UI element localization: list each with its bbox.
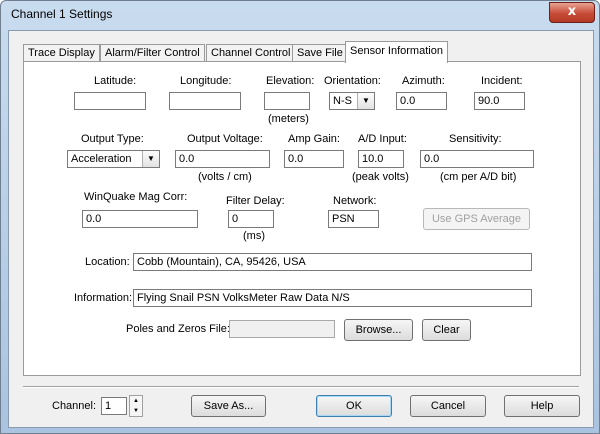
incident-label: Incident: xyxy=(481,75,523,87)
output-voltage-label: Output Voltage: xyxy=(187,133,263,145)
output-voltage-unit: (volts / cm) xyxy=(198,171,252,183)
information-label: Information: xyxy=(74,292,133,304)
window-title: Channel 1 Settings xyxy=(11,7,113,21)
elevation-unit: (meters) xyxy=(268,113,309,125)
sensitivity-label: Sensitivity: xyxy=(449,133,502,145)
tab-label: Channel Control xyxy=(211,47,291,59)
output-type-label: Output Type: xyxy=(81,133,144,145)
chevron-down-icon[interactable]: ▼ xyxy=(142,151,159,167)
azimuth-label: Azimuth: xyxy=(402,75,445,87)
tab-save-file[interactable]: Save File xyxy=(292,44,348,62)
chevron-up-icon[interactable]: ▲ xyxy=(130,396,142,406)
tab-alarm-filter-control[interactable]: Alarm/Filter Control xyxy=(100,44,205,62)
tab-label: Trace Display xyxy=(28,47,95,59)
information-field[interactable]: Flying Snail PSN VolksMeter Raw Data N/S xyxy=(133,289,532,307)
tab-sensor-information[interactable]: Sensor Information xyxy=(345,41,448,63)
sensitivity-field[interactable]: 0.0 xyxy=(420,150,534,168)
elevation-label: Elevation: xyxy=(266,75,315,87)
elevation-field[interactable] xyxy=(264,92,310,110)
clear-button[interactable]: Clear xyxy=(422,319,471,341)
close-icon: x xyxy=(567,4,577,19)
network-label: Network: xyxy=(333,195,377,207)
tab-trace-display[interactable]: Trace Display xyxy=(23,44,100,62)
output-type-value: Acceleration xyxy=(71,153,132,165)
ok-button[interactable]: OK xyxy=(316,395,392,417)
chevron-down-icon[interactable]: ▼ xyxy=(357,93,374,109)
filter-delay-field[interactable]: 0 xyxy=(228,210,274,228)
poles-zeros-field[interactable] xyxy=(229,320,335,338)
help-button[interactable]: Help xyxy=(504,395,580,417)
sensor-information-panel: Latitude: Longitude: Elevation: (meters)… xyxy=(23,61,581,376)
chevron-down-icon[interactable]: ▼ xyxy=(130,406,142,416)
tab-label: Save File xyxy=(297,47,343,59)
longitude-field[interactable] xyxy=(169,92,241,110)
tab-label: Sensor Information xyxy=(350,45,443,57)
orientation-label: Orientation: xyxy=(324,75,381,87)
dialog-window: Channel 1 Settings x Trace Display Alarm… xyxy=(0,0,600,434)
azimuth-field[interactable]: 0.0 xyxy=(396,92,447,110)
ad-input-label: A/D Input: xyxy=(358,133,407,145)
amp-gain-label: Amp Gain: xyxy=(288,133,340,145)
incident-field[interactable]: 90.0 xyxy=(474,92,525,110)
latitude-label: Latitude: xyxy=(94,75,137,87)
winquake-mag-corr-label: WinQuake Mag Corr: xyxy=(84,191,188,203)
filter-delay-unit: (ms) xyxy=(243,230,265,242)
winquake-mag-corr-field[interactable]: 0.0 xyxy=(82,210,198,228)
use-gps-average-button[interactable]: Use GPS Average xyxy=(423,208,530,230)
footer-divider xyxy=(23,386,579,388)
sensitivity-unit: (cm per A/D bit) xyxy=(440,171,517,183)
longitude-label: Longitude: xyxy=(180,75,232,87)
amp-gain-field[interactable]: 0.0 xyxy=(284,150,344,168)
cancel-button[interactable]: Cancel xyxy=(410,395,486,417)
output-voltage-field[interactable]: 0.0 xyxy=(175,150,270,168)
location-field[interactable]: Cobb (Mountain), CA, 95426, USA xyxy=(133,253,532,271)
tab-channel-control[interactable]: Channel Control xyxy=(206,44,296,62)
location-label: Location: xyxy=(85,256,130,268)
dialog-client: Trace Display Alarm/Filter Control Chann… xyxy=(8,30,594,428)
title-bar[interactable]: Channel 1 Settings x xyxy=(1,1,599,29)
save-as-button[interactable]: Save As... xyxy=(191,395,266,417)
network-field[interactable]: PSN xyxy=(328,210,379,228)
latitude-field[interactable] xyxy=(74,92,146,110)
close-button[interactable]: x xyxy=(549,2,595,23)
output-type-dropdown[interactable]: Acceleration ▼ xyxy=(67,150,160,168)
browse-button[interactable]: Browse... xyxy=(344,319,413,341)
channel-label: Channel: xyxy=(52,400,97,412)
poles-zeros-label: Poles and Zeros File: xyxy=(126,323,230,335)
orientation-dropdown[interactable]: N-S ▼ xyxy=(329,92,375,110)
channel-field[interactable]: 1 xyxy=(101,397,127,415)
ad-input-unit: (peak volts) xyxy=(352,171,409,183)
filter-delay-label: Filter Delay: xyxy=(226,195,285,207)
ad-input-field[interactable]: 10.0 xyxy=(358,150,404,168)
orientation-value: N-S xyxy=(333,95,352,107)
tab-label: Alarm/Filter Control xyxy=(105,47,200,59)
channel-spinner[interactable]: ▲ ▼ xyxy=(129,395,143,417)
